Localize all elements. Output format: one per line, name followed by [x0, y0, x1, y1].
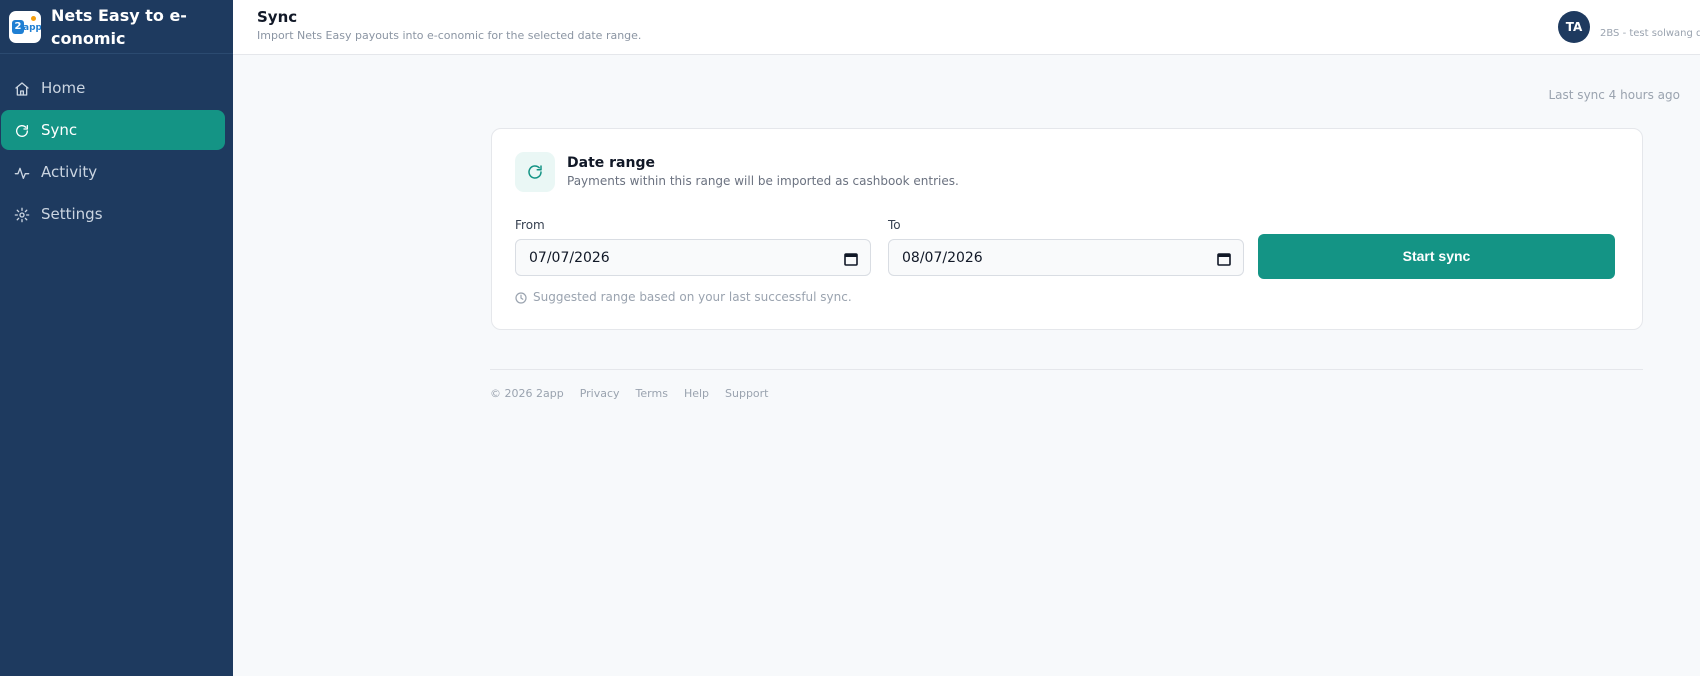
sidebar-item-label: Home	[41, 79, 86, 97]
last-sync-status: Last sync 4 hours ago	[1548, 88, 1681, 102]
clock-icon	[515, 292, 527, 304]
sidebar-item-settings[interactable]: Settings	[1, 194, 225, 234]
footer-divider	[490, 369, 1643, 370]
card-title: Date range	[567, 155, 655, 171]
sidebar: 2 app Nets Easy to e-conomic Home Sync A…	[0, 0, 233, 676]
calendar-icon[interactable]	[844, 251, 858, 266]
footer-link-support[interactable]: Support	[725, 387, 768, 400]
sidebar-item-sync[interactable]: Sync	[1, 110, 225, 150]
calendar-icon[interactable]	[1217, 251, 1231, 266]
app-title: Nets Easy to e-conomic	[51, 6, 187, 48]
home-icon	[14, 81, 30, 97]
sidebar-item-label: Settings	[41, 205, 103, 223]
to-date-input[interactable]: 08/07/2026	[888, 239, 1244, 276]
date-range-card: Date range Payments within this range wi…	[491, 128, 1643, 330]
sidebar-item-label: Sync	[41, 121, 78, 139]
card-description: Payments within this range will be impor…	[567, 174, 959, 188]
footer-link-privacy[interactable]: Privacy	[580, 387, 620, 400]
app-window: 2 app Nets Easy to e-conomic Home Sync A…	[0, 0, 1700, 676]
refresh-icon	[14, 123, 30, 139]
main-content: Last sync 4 hours ago Date range Payment…	[233, 55, 1700, 676]
page-subtitle: Import Nets Easy payouts into e-conomic …	[257, 29, 642, 42]
copyright: © 2026 2app	[490, 387, 564, 400]
user-name[interactable]: 2BS - test solwang de	[1600, 28, 1700, 39]
app-logo: 2 app	[9, 11, 41, 43]
to-date-value: 08/07/2026	[902, 250, 983, 266]
hint-text: Suggested range based on your last succe…	[533, 290, 852, 304]
sidebar-nav: Home Sync Activity Settings	[0, 68, 233, 236]
sidebar-item-activity[interactable]: Activity	[1, 152, 225, 192]
from-label: From	[515, 218, 545, 232]
gear-icon	[14, 207, 30, 223]
footer-link-help[interactable]: Help	[684, 387, 709, 400]
footer: © 2026 2app Privacy Terms Help Support	[490, 387, 769, 400]
footer-link-terms[interactable]: Terms	[636, 387, 668, 400]
brand: 2 app Nets Easy to e-conomic	[0, 0, 233, 54]
sidebar-item-label: Activity	[41, 163, 98, 181]
to-label: To	[888, 218, 901, 232]
sidebar-item-home[interactable]: Home	[1, 68, 225, 108]
top-header: Sync Import Nets Easy payouts into e-con…	[233, 0, 1700, 55]
page-title: Sync	[257, 8, 298, 26]
from-date-input[interactable]: 07/07/2026	[515, 239, 871, 276]
refresh-icon	[515, 152, 555, 192]
avatar[interactable]: TA	[1558, 11, 1590, 43]
start-sync-button[interactable]: Start sync	[1258, 234, 1615, 279]
from-date-value: 07/07/2026	[529, 250, 610, 266]
activity-icon	[14, 165, 30, 181]
